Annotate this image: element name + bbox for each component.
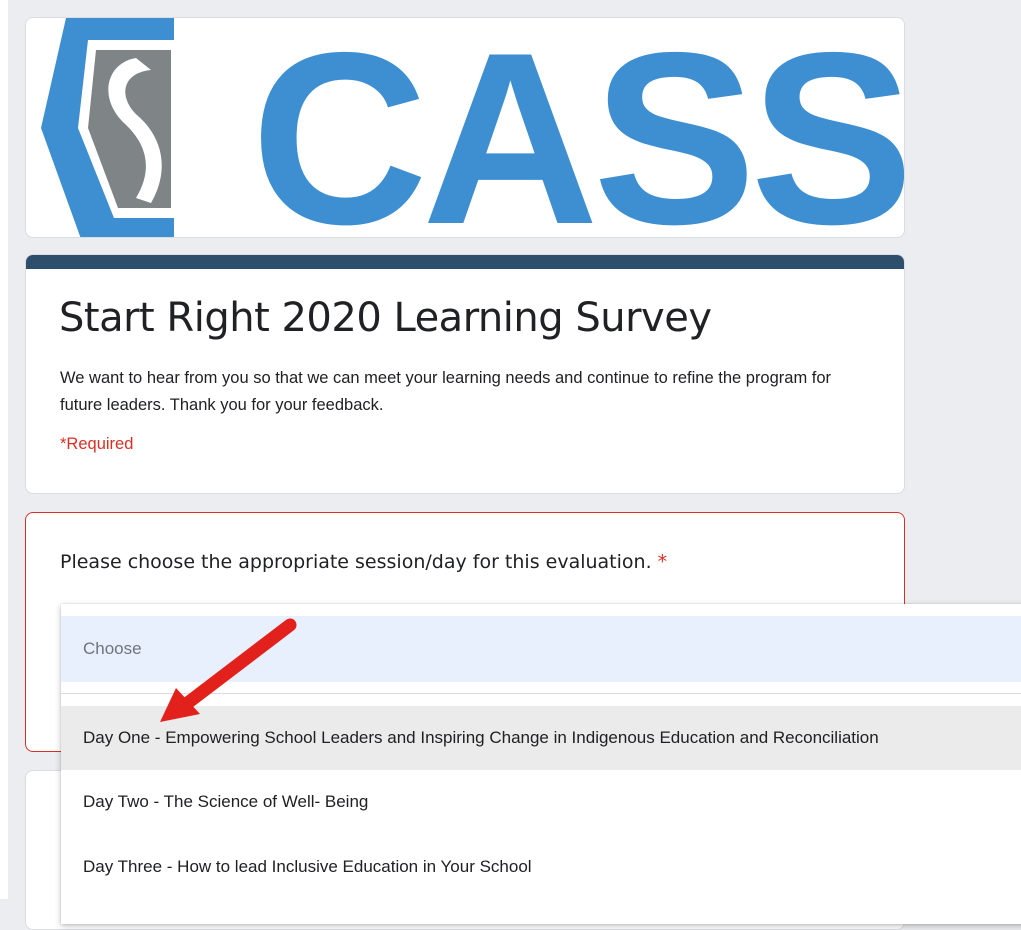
dropdown-placeholder-option[interactable]: Choose [61, 616, 1021, 682]
dropdown-option-day-one[interactable]: Day One - Empowering School Leaders and … [61, 706, 1021, 770]
form-header-card: Start Right 2020 Learning Survey We want… [25, 254, 905, 494]
question-label: Please choose the appropriate session/da… [60, 551, 667, 573]
header-banner: CASS [25, 17, 905, 238]
form-description: We want to hear from you so that we can … [60, 369, 832, 414]
form-accent-bar [26, 255, 904, 269]
dropdown-option-day-two[interactable]: Day Two - The Science of Well- Being [61, 770, 1021, 834]
page-edge [0, 0, 8, 899]
question-text: Please choose the appropriate session/da… [60, 551, 652, 573]
session-dropdown-menu[interactable]: Choose Day One - Empowering School Leade… [61, 604, 1021, 924]
dropdown-option-day-three[interactable]: Day Three - How to lead Inclusive Educat… [61, 835, 1021, 899]
form-title: Start Right 2020 Learning Survey [59, 295, 712, 341]
cass-wordmark: CASS [251, 17, 905, 238]
required-asterisk: * [657, 551, 668, 573]
dropdown-divider [61, 693, 1021, 694]
cass-logo-mark [26, 18, 176, 237]
required-note: *Required [60, 435, 134, 453]
